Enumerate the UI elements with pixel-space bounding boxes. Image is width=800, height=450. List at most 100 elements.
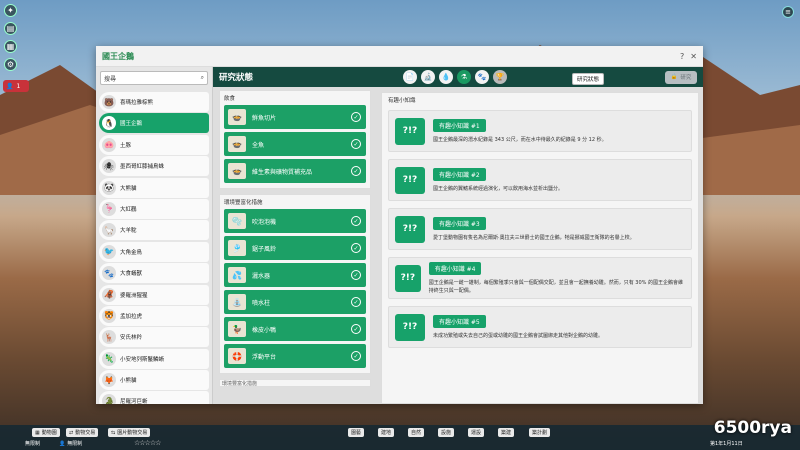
enrich-card[interactable]: 🫧 吹泡泡機 ✓ (224, 209, 366, 233)
tab-awards[interactable]: 🏆 (493, 70, 507, 84)
enrich-card[interactable]: 🛟 浮動平台 ✓ (224, 344, 366, 368)
settings-icon[interactable]: ⚙ (4, 58, 17, 71)
unlimited-1-label: 無限制 (25, 441, 41, 447)
research-button-label: 研究 (680, 75, 692, 81)
animal-name: 國王企鵝 (120, 121, 143, 128)
fact-text: 愛丁堡動物園有隻名為尼爾斯·奧拉夫三世爵士的國王企鵝，牠是挪威國王衛隊的名譽上校… (433, 234, 635, 241)
animal-list-item[interactable]: 🦩 大紅鸛 (99, 198, 209, 219)
animal-list-item[interactable]: 🦙 大羊駝 (99, 220, 209, 241)
research-button[interactable]: 🔒 研究 (665, 70, 697, 84)
animal-icon: 🦧 (102, 287, 116, 302)
enrich-card[interactable]: 🦆 橡皮小鴨 ✓ (224, 317, 366, 341)
unlimited-1: 無限制 (22, 439, 43, 448)
fact-title: 有趣小知識 #1 (433, 118, 486, 132)
animal-name: 小安地列斯鬣鱗蜥 (120, 356, 165, 363)
item-icon: 🍲 (228, 136, 246, 152)
animal-list-item[interactable]: 🐊 尼羅河巨蜥 (99, 391, 209, 404)
animal-list-item[interactable]: 🦌 安氏林羚 (99, 327, 209, 348)
fact-card: ?!? 有趣小知識 #3 愛丁堡動物園有隻名為尼爾斯·奧拉夫三世爵士的國王企鵝，牠是… (388, 208, 692, 250)
zoo-trade-button[interactable]: ⇆ 園片動物交易 (108, 428, 151, 437)
checkmark-icon: ✓ (351, 243, 361, 253)
tool-button-0[interactable]: 園藝 (348, 428, 365, 437)
window-titlebar: 國王企鵝 ? ✕ (96, 46, 703, 67)
animal-list-item[interactable]: 🐯 孟加拉虎 (99, 305, 209, 326)
research-tabs: 📄 🔬 💧 ⚗ 🐾 🏆 (403, 70, 507, 84)
animal-list-item[interactable]: 🐦 大角金鳥 (99, 241, 209, 262)
tool-button-6[interactable]: 築計劃 (529, 428, 551, 437)
animal-list-item[interactable]: 🐧 國王企鵝 (99, 113, 209, 134)
animal-list-item[interactable]: 🐼 大熊貓 (99, 177, 209, 198)
fact-title: 有趣小知識 #3 (433, 216, 486, 230)
tool-button-2[interactable]: 自然 (408, 428, 425, 437)
next-section: 環境豐富化措施 (219, 379, 371, 387)
enrichment-title: 環境豐富化措施 (224, 200, 263, 206)
animal-list-item[interactable]: 🕷 墨西哥紅膝捕鳥蛛 (99, 156, 209, 177)
tool-button-1[interactable]: 建地 (378, 428, 395, 437)
item-label: 維生素與礦物質補充品 (252, 168, 313, 176)
help-icon[interactable]: ? (680, 52, 684, 61)
animal-name: 小熊貓 (120, 378, 137, 385)
animal-icon: 🐊 (102, 394, 116, 404)
animal-sidebar: 搜尋 ⌕ 🐻 喜瑪拉雅棕熊 🐧 國王企鵝 🐽 土豚 🕷 墨西哥紅膝捕鳥蛛 🐼 大熊貓 🦩 大紅鸛 🦙 大羊… (96, 67, 213, 404)
close-icon[interactable]: ✕ (690, 52, 697, 61)
enrich-card[interactable]: 🎐 鋸子風鈴 ✓ (224, 236, 366, 260)
tab-animals[interactable]: 🐾 (475, 70, 489, 84)
animal-list-item[interactable]: 🦎 小安地列斯鬣鱗蜥 (99, 348, 209, 369)
tool-button-3[interactable]: 設施 (438, 428, 455, 437)
animal-name: 墨西哥紅膝捕鳥蛛 (120, 164, 165, 171)
animal-list-item[interactable]: 🦧 婆羅洲猩猩 (99, 284, 209, 305)
date-label: 第1年1月11日 (710, 441, 743, 447)
diet-title: 飲食 (224, 96, 236, 102)
research-column: 飲食 🍲 鮮魚切片 ✓ 🍲 全魚 ✓ 🍲 維生素與礦物質補充品 ✓ 環境豐富化措施 🫧 吹泡泡機 ✓… (219, 90, 371, 404)
animal-list-item[interactable]: 🐽 土豚 (99, 134, 209, 155)
tab-info[interactable]: 📄 (403, 70, 417, 84)
enrich-card[interactable]: 💦 灑水器 ✓ (224, 263, 366, 287)
checkmark-icon: ✓ (351, 324, 361, 334)
diet-card[interactable]: 🍲 鮮魚切片 ✓ (224, 105, 366, 129)
item-label: 浮動平台 (252, 353, 277, 361)
item-label: 灑水器 (252, 272, 271, 280)
animal-icon: 🦩 (102, 201, 116, 216)
zoo-button[interactable]: ▦ 動物園 (32, 428, 60, 437)
calendar-icon[interactable]: ▦ (4, 40, 17, 53)
item-label: 鮮魚切片 (252, 114, 277, 122)
facts-column: 有趣小知識 ?!? 有趣小知識 #1 國王企鵝最深的潛水紀錄是 343 公尺，而在水… (381, 92, 699, 404)
animal-list-item[interactable]: 🐾 大食蟻獸 (99, 263, 209, 284)
checkmark-icon: ✓ (351, 139, 361, 149)
watermark: 6500rya (713, 418, 792, 438)
menu-icon[interactable]: ≡ (782, 6, 794, 18)
compass-icon[interactable]: ✦ (4, 4, 17, 17)
research-body: 飲食 🍲 鮮魚切片 ✓ 🍲 全魚 ✓ 🍲 維生素與礦物質補充品 ✓ 環境豐富化措施 🫧 吹泡泡機 ✓… (213, 87, 703, 404)
animal-list-item[interactable]: 🦊 小熊貓 (99, 370, 209, 391)
tab-lab[interactable]: ⚗ (457, 70, 471, 84)
trade-button[interactable]: ⇄ 動物交易 (66, 428, 99, 437)
research-panel: 研究狀態 📄 🔬 💧 ⚗ 🐾 🏆 🔒 研究 研究狀態 飲食 🍲 鮮魚切片 ✓ 🍲 全魚 ✓ 🍲 維生素與礦… (213, 67, 703, 404)
next-section-title: 環境豐富化措施 (222, 381, 258, 387)
item-icon: ⛲ (228, 294, 246, 310)
enrich-card[interactable]: ⛲ 噴水柱 ✓ (224, 290, 366, 314)
tab-research[interactable]: 🔬 (421, 70, 435, 84)
tool-button-4[interactable]: 運設 (468, 428, 485, 437)
question-icon: ?!? (395, 313, 425, 341)
item-label: 噴水柱 (252, 299, 271, 307)
zoo-trade-icon: ⇆ (111, 429, 116, 436)
animal-name: 大羊駝 (120, 228, 137, 235)
diet-card[interactable]: 🍲 全魚 ✓ (224, 132, 366, 156)
notes-icon[interactable]: ▤ (4, 22, 17, 35)
fact-title: 有趣小知識 #5 (433, 314, 486, 328)
item-label: 橡皮小鴨 (252, 326, 277, 334)
alert-badge[interactable]: 👤 1 (3, 80, 29, 92)
tab-habitat[interactable]: 💧 (439, 70, 453, 84)
animal-name: 婆羅洲猩猩 (120, 292, 148, 299)
animal-name: 尼羅河巨蜥 (120, 399, 148, 404)
search-input[interactable]: 搜尋 ⌕ (100, 71, 208, 85)
diet-card[interactable]: 🍲 維生素與礦物質補充品 ✓ (224, 159, 366, 183)
enrichment-section: 環境豐富化措施 🫧 吹泡泡機 ✓ 🎐 鋸子風鈴 ✓ 💦 灑水器 ✓ ⛲ 噴水柱 ✓ 🦆 橡皮小鴨 ✓ 🛟 浮動平… (219, 194, 371, 374)
animal-icon: 🦌 (102, 330, 116, 345)
animal-list-item[interactable]: 🐻 喜瑪拉雅棕熊 (99, 92, 209, 112)
fact-text: 國王企鵝最深的潛水紀錄是 343 公尺，而在水中待最久的紀錄是 9 分 12 秒… (433, 136, 607, 143)
animal-icon: 🐧 (102, 116, 116, 131)
tool-button-5[interactable]: 築建 (498, 428, 515, 437)
fact-title: 有趣小知識 #2 (433, 167, 486, 181)
item-icon: 🛟 (228, 348, 246, 364)
